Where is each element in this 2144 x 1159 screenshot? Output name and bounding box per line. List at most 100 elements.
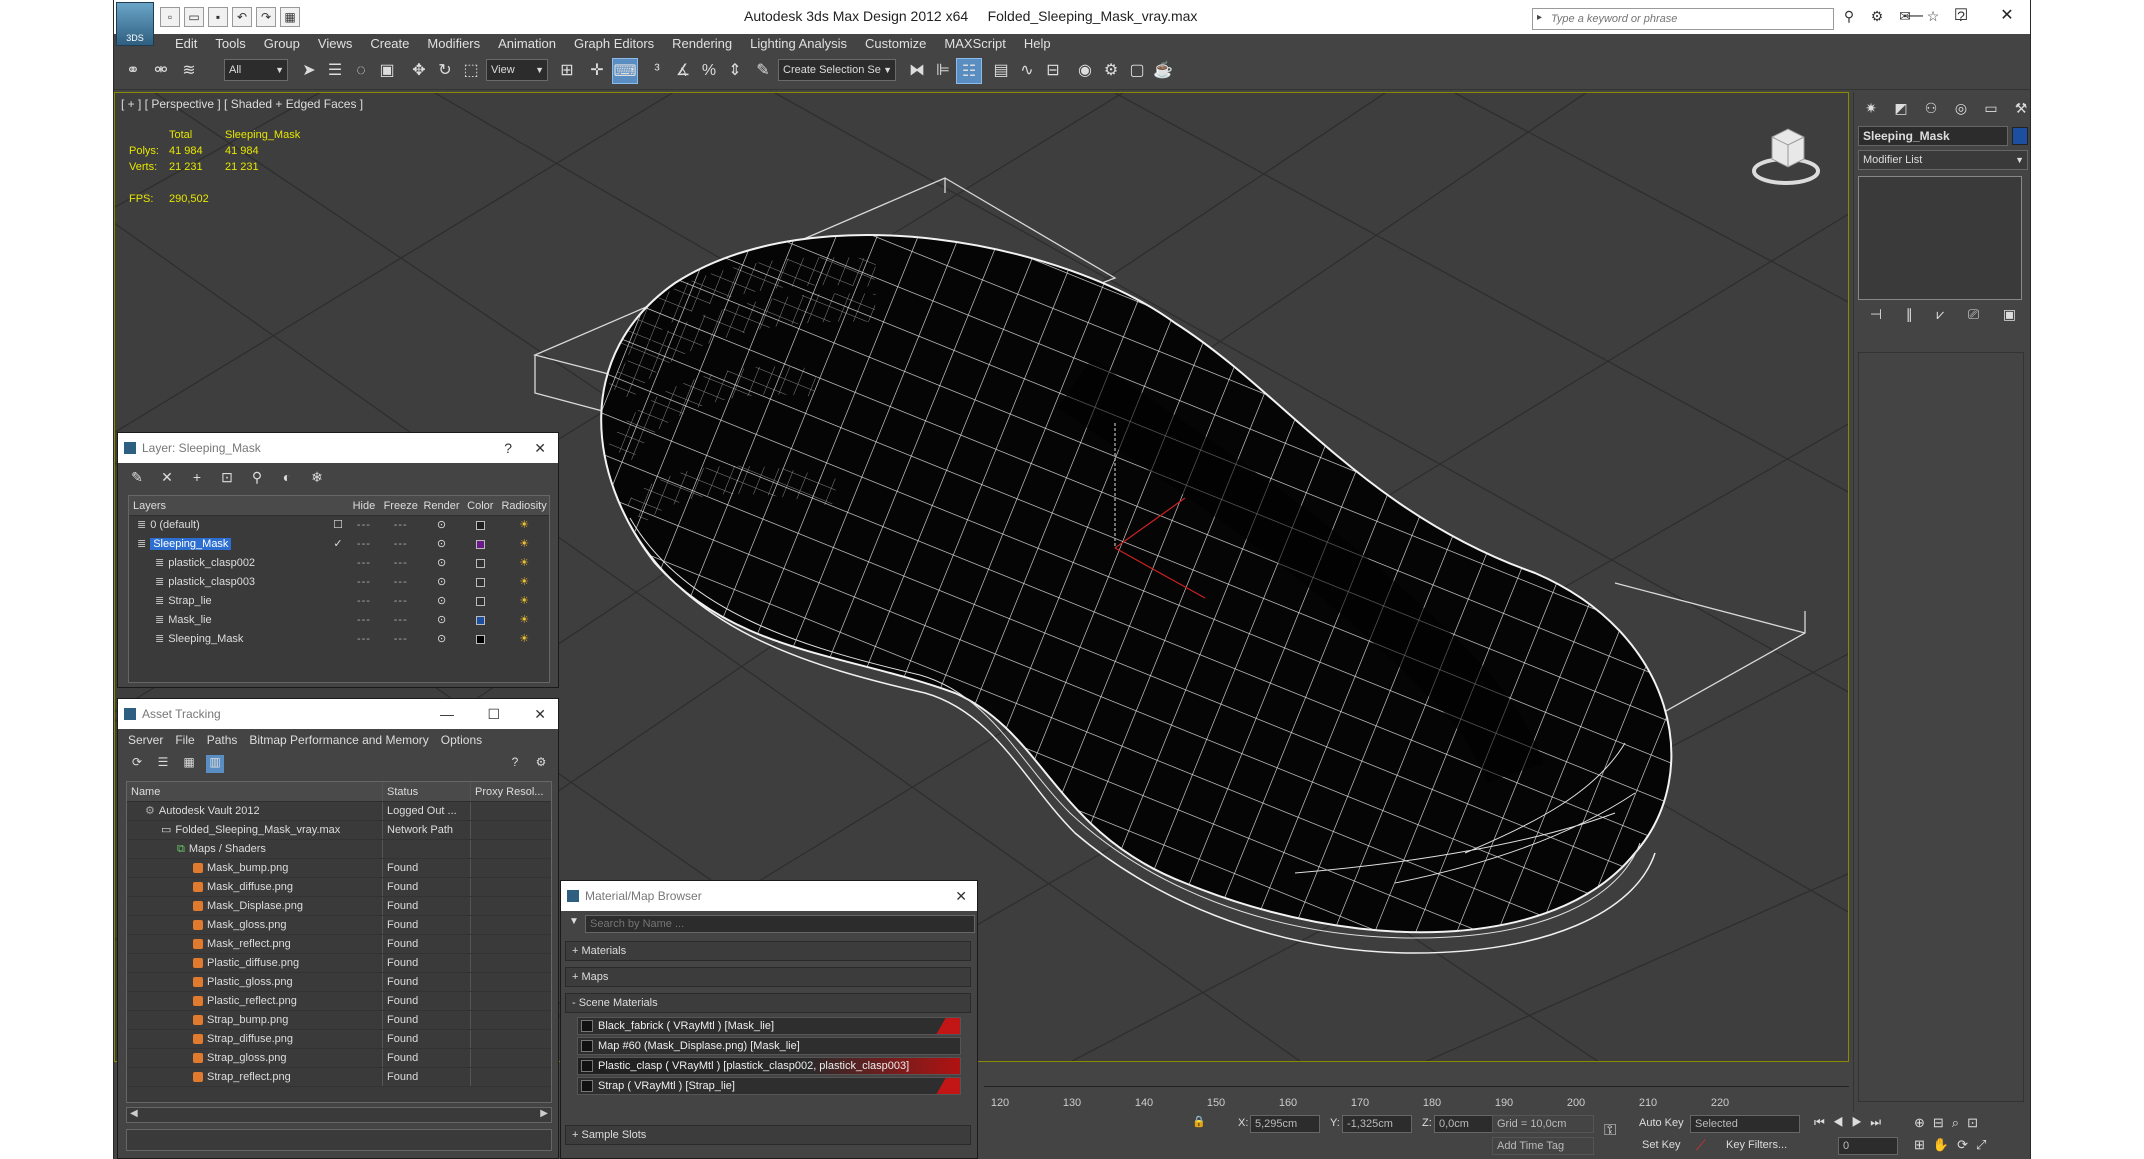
asset-row[interactable]: ⧉ Maps / Shaders [127,840,551,859]
material-item[interactable]: Strap ( VRayMtl ) [Strap_lie] [577,1077,961,1095]
rotate-icon[interactable]: ↻ [432,58,458,84]
current-layer-toggle[interactable] [328,611,348,630]
layer-row[interactable]: ≣ plastick_clasp003 --- --- ⊙ ☀ [129,573,549,592]
menu-group[interactable]: Group [255,34,309,54]
curve-editor-icon[interactable]: ∿ [1014,58,1040,84]
hide-toggle[interactable]: --- [348,554,380,573]
pin-stack-icon[interactable]: ⊣ [1870,306,1882,323]
col-status[interactable]: Status [383,782,471,801]
group-sample-slots[interactable]: + Sample Slots [565,1125,971,1145]
remove-modifier-icon[interactable]: ⎚ [1968,306,1979,323]
asset-menu-file[interactable]: File [175,733,194,747]
scroll-left-icon[interactable]: ◀ [130,1108,138,1119]
modifier-list-select[interactable]: Modifier List ▼ [1858,150,2028,170]
select-objects-in-layer-icon[interactable]: ⊡ [218,469,236,487]
display-tab-icon[interactable]: ▭ [1978,96,2004,120]
viewport-label-menu[interactable]: [ + ] [ Perspective ] [ Shaded + Edged F… [121,97,363,111]
render-production-icon[interactable]: ☕ [1150,58,1176,84]
radiosity-icon[interactable]: ☀ [499,592,549,611]
link-icon[interactable]: ⚭ [120,58,146,84]
radiosity-icon[interactable]: ☀ [499,535,549,554]
time-ruler[interactable]: 120 130 140 150 160 170 180 190 200 210 … [984,1086,1849,1110]
thumbnail-view-icon[interactable]: ▦ [180,755,198,773]
asset-menu-bitmap[interactable]: Bitmap Performance and Memory [249,733,428,747]
render-toggle-icon[interactable]: ⊙ [422,611,462,630]
asset-row[interactable]: Plastic_reflect.png Found [127,992,551,1011]
layer-color-swatch[interactable] [461,554,499,573]
freeze-unfreeze-all-icon[interactable]: ❄ [308,469,326,487]
layer-name-cell[interactable]: ≣ plastick_clasp002 [129,554,328,573]
move-icon[interactable]: ✥ [406,58,432,84]
redo-icon[interactable]: ↷ [256,7,276,27]
object-name-field[interactable]: Sleeping_Mask [1858,126,2008,146]
group-scene-materials[interactable]: - Scene Materials [565,993,971,1013]
col-color[interactable]: Color [461,496,499,515]
reference-coordinate-select[interactable]: View ▼ [486,59,548,81]
material-browser-titlebar[interactable]: Material/Map Browser ✕ [561,881,977,911]
menu-views[interactable]: Views [309,34,361,54]
bind-spacewarp-icon[interactable]: ≋ [176,58,202,84]
configure-modifier-sets-icon[interactable]: ▣ [2003,306,2016,323]
z-coordinate-field[interactable]: 0,0cm [1434,1115,1496,1133]
search-input[interactable] [1533,9,1833,29]
new-icon[interactable]: ▫ [160,7,180,27]
group-maps[interactable]: + Maps [565,967,971,987]
snaps-toggle-icon[interactable]: ³ [644,58,670,84]
layer-name-cell[interactable]: ≣ 0 (default) [129,516,328,535]
layer-color-swatch[interactable] [461,516,499,535]
y-coordinate-field[interactable]: -1,325cm [1342,1115,1412,1133]
current-layer-toggle[interactable]: ✓ [328,535,348,554]
scale-icon[interactable]: ⬚ [458,58,484,84]
layer-row[interactable]: ≣ Sleeping_Mask --- --- ⊙ ☀ [129,630,549,649]
col-radiosity[interactable]: Radiosity [499,496,549,515]
asset-path-field[interactable] [126,1129,552,1151]
rollout-area[interactable] [1858,352,2024,1102]
rendered-frame-window-icon[interactable]: ▢ [1124,58,1150,84]
edit-named-selection-icon[interactable]: ✎ [750,58,776,84]
freeze-toggle[interactable]: --- [380,611,422,630]
asset-row[interactable]: Mask_bump.png Found [127,859,551,878]
material-editor-icon[interactable]: ◉ [1072,58,1098,84]
x-coordinate-field[interactable]: 5,295cm [1250,1115,1320,1133]
help-icon[interactable]: ? [504,433,512,463]
selection-filter-select[interactable]: All ▼ [224,59,288,81]
create-tab-icon[interactable]: ✷ [1858,96,1884,120]
make-unique-icon[interactable]: ⩗ [1936,306,1944,323]
hide-unhide-all-icon[interactable]: ◐ [278,469,296,487]
asset-menu-options[interactable]: Options [441,733,482,747]
current-frame-field[interactable]: 0 [1838,1137,1898,1155]
freeze-toggle[interactable]: --- [380,535,422,554]
material-item[interactable]: Black_fabrick ( VRayMtl ) [Mask_lie] [577,1017,961,1035]
col-hide[interactable]: Hide [348,496,380,515]
hide-toggle[interactable]: --- [348,592,380,611]
pivot-center-icon[interactable]: ⊞ [554,58,580,84]
render-toggle-icon[interactable]: ⊙ [422,516,462,535]
current-layer-toggle[interactable] [328,630,348,649]
col-render[interactable]: Render [422,496,462,515]
save-icon[interactable]: ▪ [208,7,228,27]
table-view-icon[interactable]: ▥ [206,755,224,773]
minimize-icon[interactable]: — [1892,0,1938,32]
freeze-toggle[interactable]: --- [380,630,422,649]
layer-name-cell[interactable]: ≣ Sleeping_Mask [129,630,328,649]
asset-row[interactable]: Plastic_diffuse.png Found [127,954,551,973]
key-mode-icon[interactable]: ⚿ [1604,1122,1616,1140]
modifier-stack[interactable] [1858,176,2022,300]
lock-selection-icon[interactable]: 🔒 [1192,1115,1206,1128]
close-icon[interactable]: ✕ [534,433,546,463]
radiosity-icon[interactable]: ☀ [499,516,549,535]
hide-toggle[interactable]: --- [348,630,380,649]
asset-row[interactable]: ▭ Folded_Sleeping_Mask_vray.max Network Pa… [127,821,551,840]
select-manipulate-icon[interactable]: ✛ [584,58,610,84]
object-color-swatch[interactable] [2012,127,2028,145]
layer-color-swatch[interactable] [461,592,499,611]
key-filters-button[interactable]: Key Filters... [1726,1139,1787,1151]
col-name[interactable]: Name [127,782,383,801]
render-toggle-icon[interactable]: ⊙ [422,535,462,554]
current-layer-toggle[interactable]: ☐ [328,516,348,535]
freeze-toggle[interactable]: --- [380,573,422,592]
col-freeze[interactable]: Freeze [380,496,422,515]
horizontal-scrollbar[interactable]: ◀ ▶ [126,1107,552,1123]
named-selection-select[interactable]: Create Selection Se ▼ [778,59,896,81]
align-icon[interactable]: ⊫ [930,58,956,84]
